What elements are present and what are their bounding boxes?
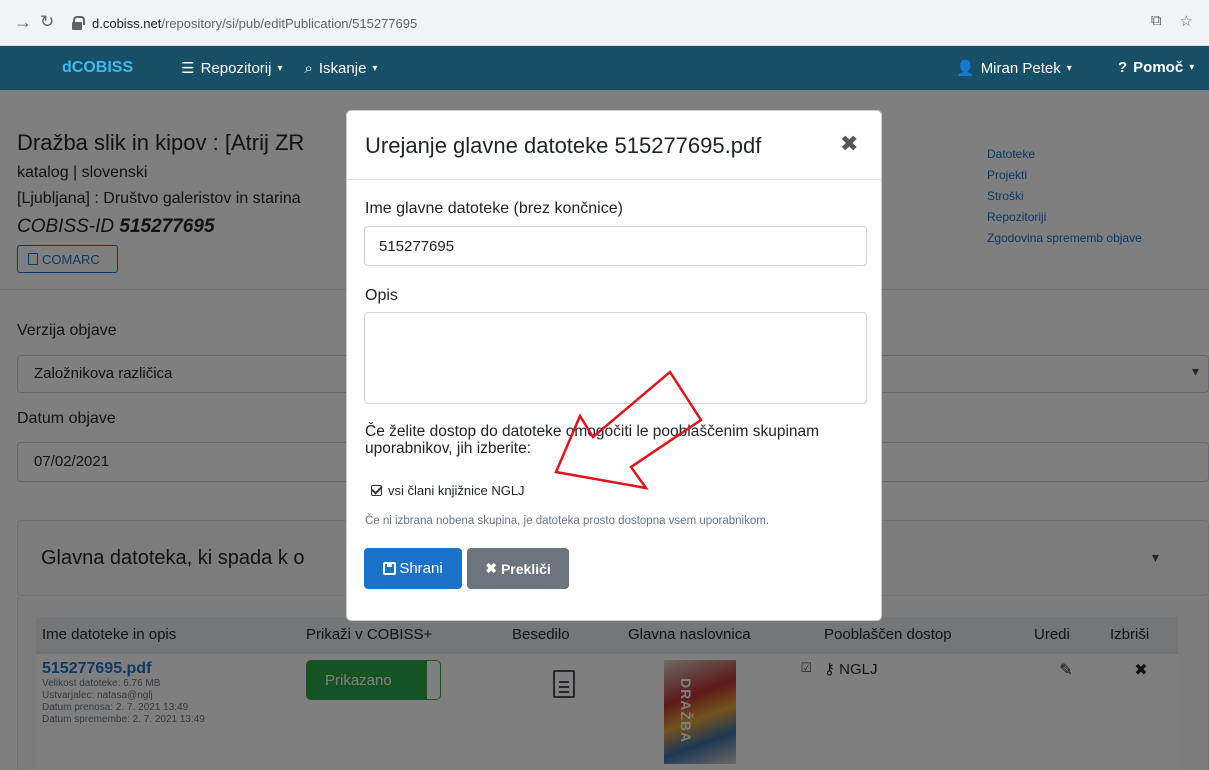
description-label: Opis bbox=[365, 287, 398, 304]
chevron-down-icon: ▾ bbox=[372, 62, 378, 74]
search-icon: ⌕ bbox=[304, 59, 313, 77]
nav-user-menu[interactable]: 👤 Miran Petek ▾ bbox=[956, 59, 1072, 78]
nav-repository[interactable]: ☰ Repozitorij ▾ bbox=[181, 59, 283, 78]
nav-help-label: Pomoč bbox=[1133, 59, 1184, 76]
forward-icon[interactable]: → bbox=[14, 12, 32, 33]
url-host: d.cobiss.net bbox=[92, 15, 162, 31]
question-icon: ? bbox=[1118, 59, 1128, 76]
url-text: d.cobiss.net/repository/si/pub/editPubli… bbox=[92, 16, 417, 31]
nav-search[interactable]: ⌕ Iskanje ▾ bbox=[304, 60, 377, 77]
cancel-button[interactable]: ✖ Prekliči bbox=[467, 548, 569, 589]
chevron-down-icon: ▾ bbox=[1066, 62, 1072, 74]
cancel-label: Prekliči bbox=[500, 560, 551, 577]
user-icon: 👤 bbox=[956, 60, 975, 77]
modal-title: Urejanje glavne datoteke 515277695.pdf bbox=[365, 133, 762, 158]
file-name-input[interactable] bbox=[364, 226, 867, 266]
database-icon: ☰ bbox=[181, 60, 195, 77]
nav-repository-label: Repozitorij bbox=[200, 59, 272, 77]
star-icon[interactable]: ☆ bbox=[1180, 12, 1193, 30]
description-textarea[interactable] bbox=[364, 312, 867, 404]
close-icon[interactable]: ✖ bbox=[840, 131, 858, 157]
floppy-icon bbox=[383, 562, 397, 575]
checkbox-checked-icon[interactable] bbox=[371, 485, 382, 496]
save-button[interactable]: Shrani bbox=[364, 548, 462, 589]
nav-search-label: Iskanje bbox=[318, 59, 367, 77]
app-navbar: dCOBISS ☰ Repozitorij ▾ ⌕ Iskanje ▾ 👤 Mi… bbox=[0, 46, 1209, 90]
url-path: /repository/si/pub/editPublication/51527… bbox=[161, 15, 418, 31]
access-hint: Če ni izbrana nobena skupina, je datotek… bbox=[365, 515, 770, 527]
file-name-label: Ime glavne datoteke (brez končnice) bbox=[365, 200, 623, 217]
access-notice: Če želite dostop do datoteke omogočiti l… bbox=[365, 423, 820, 457]
close-icon: ✖ bbox=[485, 560, 497, 576]
nav-help-menu[interactable]: ? Pomoč ▾ bbox=[1118, 59, 1194, 76]
translate-icon[interactable]: ⧉ bbox=[1151, 12, 1162, 30]
lock-icon bbox=[70, 16, 85, 30]
group-label: vsi člani knjižnice NGLJ bbox=[388, 483, 525, 498]
nav-user-label: Miran Petek bbox=[980, 59, 1061, 77]
address-bar[interactable]: d.cobiss.net/repository/si/pub/editPubli… bbox=[60, 7, 1190, 39]
edit-file-modal: Urejanje glavne datoteke 515277695.pdf ✖… bbox=[346, 110, 882, 621]
modal-header: Urejanje glavne datoteke 515277695.pdf ✖ bbox=[347, 111, 881, 180]
group-checkbox-row[interactable]: vsi člani knjižnice NGLJ bbox=[371, 483, 525, 498]
browser-toolbar: → ↻ d.cobiss.net/repository/si/pub/editP… bbox=[0, 0, 1209, 46]
brand-logo[interactable]: dCOBISS bbox=[62, 59, 133, 77]
chevron-down-icon: ▾ bbox=[277, 62, 283, 74]
reload-icon[interactable]: ↻ bbox=[40, 12, 54, 32]
save-label: Shrani bbox=[399, 560, 443, 577]
chevron-down-icon: ▾ bbox=[1189, 62, 1195, 73]
